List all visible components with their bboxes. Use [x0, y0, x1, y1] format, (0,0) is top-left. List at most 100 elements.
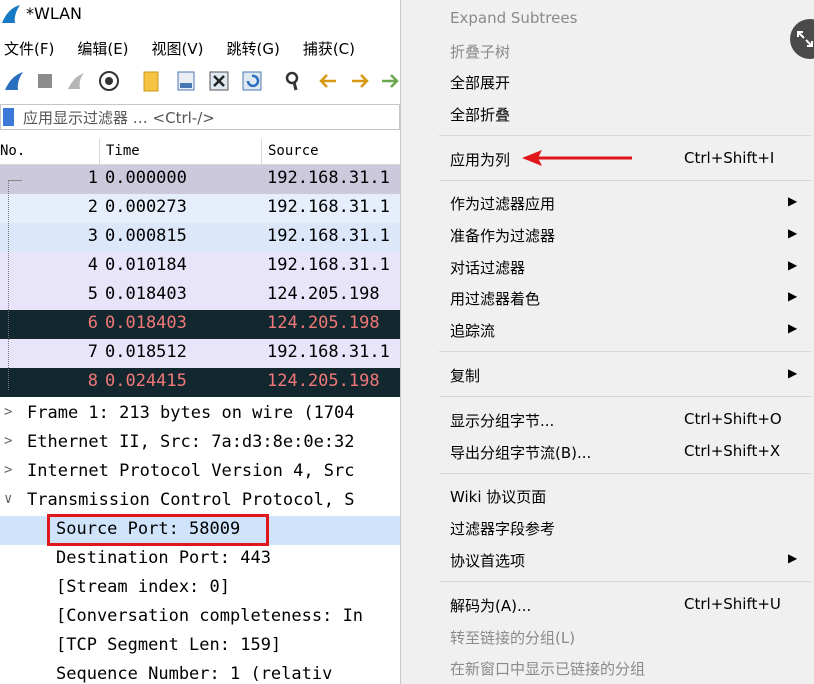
- menu-item-shortcut: Ctrl+Shift+X: [684, 442, 781, 460]
- menu-item-go-to-linked-packet[interactable]: 转至链接的分组(L): [401, 622, 814, 652]
- detail-text: Internet Protocol Version 4, Src: [27, 461, 355, 481]
- close-file-icon[interactable]: [207, 69, 231, 93]
- menu-item-prepare-as-filter[interactable]: 准备作为过滤器 ▶: [401, 220, 814, 250]
- column-divider[interactable]: [261, 139, 262, 165]
- column-header-time[interactable]: Time: [106, 143, 140, 159]
- stop-square-icon[interactable]: [33, 69, 57, 93]
- conversation-bracket: [8, 180, 9, 390]
- menu-capture[interactable]: 捕获(C): [299, 32, 355, 62]
- red-annotation-arrow-icon: [522, 150, 632, 166]
- detail-row-ipv4[interactable]: > Internet Protocol Version 4, Src: [0, 458, 400, 487]
- menu-item-label: 追踪流: [450, 322, 496, 340]
- detail-text: Frame 1: 213 bytes on wire (1704: [27, 403, 355, 423]
- column-header-no[interactable]: No.: [0, 143, 25, 159]
- column-divider[interactable]: [99, 139, 100, 165]
- menu-item-protocol-preferences[interactable]: 协议首选项 ▶: [401, 545, 814, 575]
- menu-item-conversation-filter[interactable]: 对话过滤器 ▶: [401, 252, 814, 282]
- expand-arrow-icon[interactable]: >: [4, 462, 12, 478]
- packet-source: 124.205.198: [267, 371, 380, 391]
- packet-no: 8: [87, 371, 98, 391]
- detail-row-conversation-completeness[interactable]: [Conversation completeness: In: [0, 603, 400, 632]
- open-folder-icon[interactable]: [139, 69, 163, 93]
- menu-item-copy[interactable]: 复制 ▶: [401, 360, 814, 390]
- packet-time: 0.000000: [105, 168, 187, 188]
- menu-item-wiki-protocol-page[interactable]: Wiki 协议页面: [401, 481, 814, 511]
- menu-separator: [439, 180, 811, 181]
- go-to-packet-icon[interactable]: [378, 69, 400, 93]
- menu-item-apply-as-filter[interactable]: 作为过滤器应用 ▶: [401, 188, 814, 218]
- menu-item-colorize-with-filter[interactable]: 用过滤器着色 ▶: [401, 283, 814, 313]
- menu-go[interactable]: 跳转(G): [223, 32, 280, 62]
- expand-arrow-icon[interactable]: >: [4, 433, 12, 449]
- submenu-arrow-icon: ▶: [788, 366, 798, 380]
- reload-icon[interactable]: [240, 69, 264, 93]
- menu-item-expand-all[interactable]: 全部展开: [401, 67, 814, 97]
- packet-row[interactable]: 6 0.018403 124.205.198: [0, 310, 400, 339]
- find-magnifier-icon[interactable]: [282, 69, 306, 93]
- menu-item-decode-as[interactable]: 解码为(A)... Ctrl+Shift+U: [401, 590, 814, 620]
- menu-item-label: 协议首选项: [450, 552, 526, 570]
- menu-item-shortcut: Ctrl+Shift+O: [684, 410, 782, 428]
- forward-arrow-icon[interactable]: [348, 69, 372, 93]
- submenu-arrow-icon: ▶: [788, 551, 798, 565]
- menu-item-expand-subtrees[interactable]: Expand Subtrees: [401, 4, 814, 34]
- back-arrow-icon[interactable]: [316, 69, 340, 93]
- menu-view[interactable]: 视图(V): [148, 32, 204, 62]
- detail-row-segment-len[interactable]: [TCP Segment Len: 159]: [0, 632, 400, 661]
- detail-row-destination-port[interactable]: Destination Port: 443: [0, 545, 400, 574]
- menu-item-collapse-all[interactable]: 全部折叠: [401, 99, 814, 129]
- packet-row[interactable]: 3 0.000815 192.168.31.1: [0, 223, 400, 252]
- packet-source: 192.168.31.1: [267, 226, 390, 246]
- packet-no: 1: [87, 168, 98, 188]
- display-filter-input[interactable]: 应用显示过滤器 … <Ctrl-/>: [0, 104, 400, 130]
- menu-item-collapse-subtrees[interactable]: 折叠子树: [401, 36, 814, 66]
- packet-time: 0.018403: [105, 284, 187, 304]
- column-header-source[interactable]: Source: [268, 143, 319, 159]
- menu-item-show-packet-bytes[interactable]: 显示分组字节... Ctrl+Shift+O: [401, 405, 814, 435]
- packet-source: 192.168.31.1: [267, 197, 390, 217]
- collapse-arrow-icon[interactable]: ∨: [4, 491, 12, 507]
- highlight-box: [47, 514, 269, 546]
- packet-row[interactable]: 4 0.010184 192.168.31.1: [0, 252, 400, 281]
- menu-item-show-linked-in-new-window[interactable]: 在新窗口中显示已链接的分组: [401, 653, 814, 683]
- expand-arrow-icon[interactable]: >: [4, 404, 12, 420]
- packet-row[interactable]: 8 0.024415 124.205.198: [0, 368, 400, 397]
- packet-source: 192.168.31.1: [267, 168, 390, 188]
- detail-row-tcp[interactable]: ∨ Transmission Control Protocol, S: [0, 487, 400, 516]
- expand-arrows-icon: [797, 31, 813, 47]
- restart-fin-icon[interactable]: [64, 69, 88, 93]
- detail-text: [Stream index: 0]: [56, 577, 230, 597]
- menu-item-export-packet-bytes[interactable]: 导出分组字节流(B)... Ctrl+Shift+X: [401, 437, 814, 467]
- main-toolbar: [0, 64, 400, 100]
- packet-row[interactable]: 5 0.018403 124.205.198: [0, 281, 400, 310]
- packet-no: 5: [87, 284, 98, 304]
- menu-item-follow-stream[interactable]: 追踪流 ▶: [401, 315, 814, 345]
- detail-row-sequence-number[interactable]: Sequence Number: 1 (relativ: [0, 661, 400, 684]
- filter-placeholder: 应用显示过滤器 … <Ctrl-/>: [23, 109, 215, 127]
- detail-row-stream-index[interactable]: [Stream index: 0]: [0, 574, 400, 603]
- submenu-arrow-icon: ▶: [788, 258, 798, 272]
- title-bar: *WLAN: [0, 0, 400, 30]
- menu-item-label: 复制: [450, 367, 481, 385]
- packet-row[interactable]: 1 0.000000 192.168.31.1: [0, 165, 400, 194]
- detail-row-ethernet[interactable]: > Ethernet II, Src: 7a:d3:8e:0e:32: [0, 429, 400, 458]
- menu-edit[interactable]: 编辑(E): [73, 32, 128, 62]
- bookmark-icon[interactable]: [3, 108, 14, 126]
- shark-fin-start-icon[interactable]: [2, 69, 26, 93]
- packet-source: 192.168.31.1: [267, 255, 390, 275]
- menu-item-filter-field-reference[interactable]: 过滤器字段参考: [401, 513, 814, 543]
- menu-file[interactable]: 文件(F): [0, 32, 54, 62]
- packet-no: 6: [87, 313, 98, 333]
- detail-text: Sequence Number: 1 (relativ: [56, 664, 333, 684]
- detail-row-frame[interactable]: > Frame 1: 213 bytes on wire (1704: [0, 400, 400, 429]
- packet-source: 124.205.198: [267, 284, 380, 304]
- save-file-icon[interactable]: [174, 69, 198, 93]
- packet-row[interactable]: 7 0.018512 192.168.31.1: [0, 339, 400, 368]
- packet-time: 0.024415: [105, 371, 187, 391]
- options-gear-icon[interactable]: [97, 69, 121, 93]
- menu-separator: [439, 351, 811, 352]
- menu-bar: 文件(F) 编辑(E) 视图(V) 跳转(G) 捕获(C): [0, 32, 400, 62]
- detail-text: [TCP Segment Len: 159]: [56, 635, 282, 655]
- packet-row[interactable]: 2 0.000273 192.168.31.1: [0, 194, 400, 223]
- menu-separator: [439, 581, 811, 582]
